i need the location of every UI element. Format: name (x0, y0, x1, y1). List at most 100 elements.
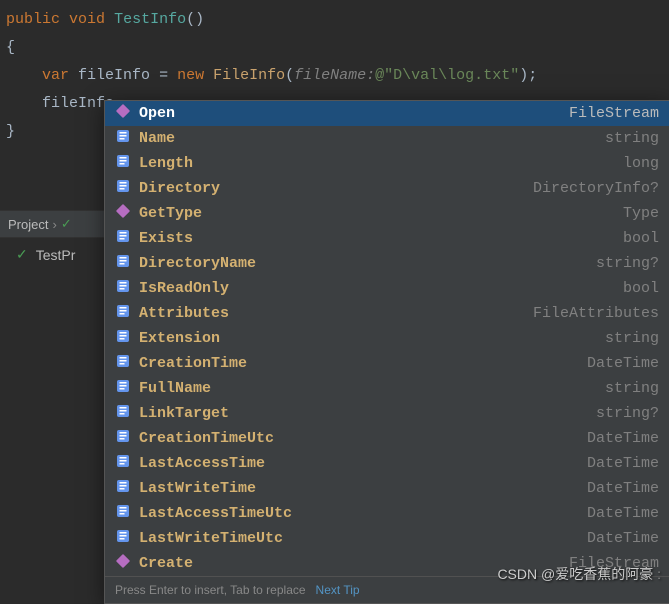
method-icon (115, 203, 131, 224)
item-type: string? (596, 255, 659, 272)
property-icon (115, 253, 131, 274)
intellisense-item-directoryname[interactable]: DirectoryName string? (105, 251, 669, 276)
item-type: FileStream (569, 555, 659, 572)
item-label: Open (139, 105, 175, 122)
item-type: Type (623, 205, 659, 222)
check-icon: ✓ (61, 216, 72, 232)
item-type: DateTime (587, 455, 659, 472)
item-type: DirectoryInfo? (533, 180, 659, 197)
breadcrumb-project[interactable]: Project (8, 217, 48, 232)
item-label: CreationTimeUtc (139, 430, 274, 447)
item-label: Create (139, 555, 193, 572)
item-type: DateTime (587, 355, 659, 372)
intellisense-item-attributes[interactable]: Attributes FileAttributes (105, 301, 669, 326)
property-icon (115, 128, 131, 149)
property-icon (115, 503, 131, 524)
property-icon (115, 528, 131, 549)
method-icon (115, 553, 131, 574)
item-label: FullName (139, 380, 211, 397)
code-line-1: public void TestInfo() (0, 6, 669, 34)
item-type: string (605, 380, 659, 397)
string-literal: "D\val\log.txt" (384, 67, 519, 84)
keyword-public: public (6, 11, 60, 28)
intellisense-item-extension[interactable]: Extension string (105, 326, 669, 351)
item-label: CreationTime (139, 355, 247, 372)
property-icon (115, 453, 131, 474)
check-icon: ✓ (16, 246, 28, 263)
intellisense-item-lastwritetime[interactable]: LastWriteTime DateTime (105, 476, 669, 501)
item-label: DirectoryName (139, 255, 256, 272)
item-type: FileStream (569, 105, 659, 122)
next-tip-link[interactable]: Next Tip (316, 583, 360, 597)
intellisense-item-gettype[interactable]: GetType Type (105, 201, 669, 226)
property-icon (115, 153, 131, 174)
method-icon (115, 103, 131, 124)
item-type: DateTime (587, 480, 659, 497)
intellisense-item-linktarget[interactable]: LinkTarget string? (105, 401, 669, 426)
item-label: Extension (139, 330, 220, 347)
intellisense-item-fullname[interactable]: FullName string (105, 376, 669, 401)
item-label: Length (139, 155, 193, 172)
intellisense-item-open[interactable]: Open FileStream (105, 101, 669, 126)
intellisense-item-lastaccesstimeutc[interactable]: LastAccessTimeUtc DateTime (105, 501, 669, 526)
property-icon (115, 303, 131, 324)
intellisense-item-lastwritetimeutc[interactable]: LastWriteTimeUtc DateTime (105, 526, 669, 551)
string-at: @ (375, 67, 384, 84)
item-type: string (605, 330, 659, 347)
code-line-2: { (0, 34, 669, 62)
property-icon (115, 403, 131, 424)
item-label: IsReadOnly (139, 280, 229, 297)
property-icon (115, 378, 131, 399)
item-type: DateTime (587, 505, 659, 522)
footer-hint: Press Enter to insert, Tab to replace (115, 583, 306, 597)
item-label: Name (139, 130, 175, 147)
type-name: FileInfo (213, 67, 285, 84)
item-label: Exists (139, 230, 193, 247)
item-label: LastAccessTimeUtc (139, 505, 292, 522)
test-label[interactable]: TestPr (36, 247, 76, 263)
intellisense-popup[interactable]: Open FileStream Name string Length long Direct… (104, 100, 669, 604)
property-icon (115, 278, 131, 299)
identifier: fileInfo (78, 67, 150, 84)
item-type: FileAttributes (533, 305, 659, 322)
item-label: LinkTarget (139, 405, 229, 422)
item-type: string? (596, 405, 659, 422)
intellisense-item-name[interactable]: Name string (105, 126, 669, 151)
code-line-3: var fileInfo = new FileInfo(fileName:@"D… (0, 62, 669, 90)
intellisense-item-isreadonly[interactable]: IsReadOnly bool (105, 276, 669, 301)
item-type: DateTime (587, 430, 659, 447)
item-label: Directory (139, 180, 220, 197)
intellisense-item-length[interactable]: Length long (105, 151, 669, 176)
param-hint: fileName: (294, 67, 375, 84)
keyword-var: var (42, 67, 69, 84)
property-icon (115, 228, 131, 249)
item-label: LastWriteTimeUtc (139, 530, 283, 547)
intellisense-item-exists[interactable]: Exists bool (105, 226, 669, 251)
intellisense-item-creationtimeutc[interactable]: CreationTimeUtc DateTime (105, 426, 669, 451)
item-label: LastAccessTime (139, 455, 265, 472)
item-type: bool (623, 280, 659, 297)
property-icon (115, 328, 131, 349)
intellisense-item-lastaccesstime[interactable]: LastAccessTime DateTime (105, 451, 669, 476)
parens: () (186, 11, 204, 28)
item-type: DateTime (587, 530, 659, 547)
intellisense-footer: Press Enter to insert, Tab to replace Ne… (105, 576, 669, 603)
item-type: string (605, 130, 659, 147)
item-type: long (623, 155, 659, 172)
breadcrumb-separator: › (52, 217, 56, 232)
intellisense-list[interactable]: Open FileStream Name string Length long Direct… (105, 101, 669, 576)
keyword-new: new (177, 67, 204, 84)
item-type: bool (623, 230, 659, 247)
item-label: Attributes (139, 305, 229, 322)
property-icon (115, 353, 131, 374)
keyword-void: void (69, 11, 105, 28)
intellisense-item-create[interactable]: Create FileStream (105, 551, 669, 576)
intellisense-item-creationtime[interactable]: CreationTime DateTime (105, 351, 669, 376)
item-label: GetType (139, 205, 202, 222)
intellisense-item-directory[interactable]: Directory DirectoryInfo? (105, 176, 669, 201)
item-label: LastWriteTime (139, 480, 256, 497)
property-icon (115, 178, 131, 199)
property-icon (115, 478, 131, 499)
method-name: TestInfo (114, 11, 186, 28)
property-icon (115, 428, 131, 449)
